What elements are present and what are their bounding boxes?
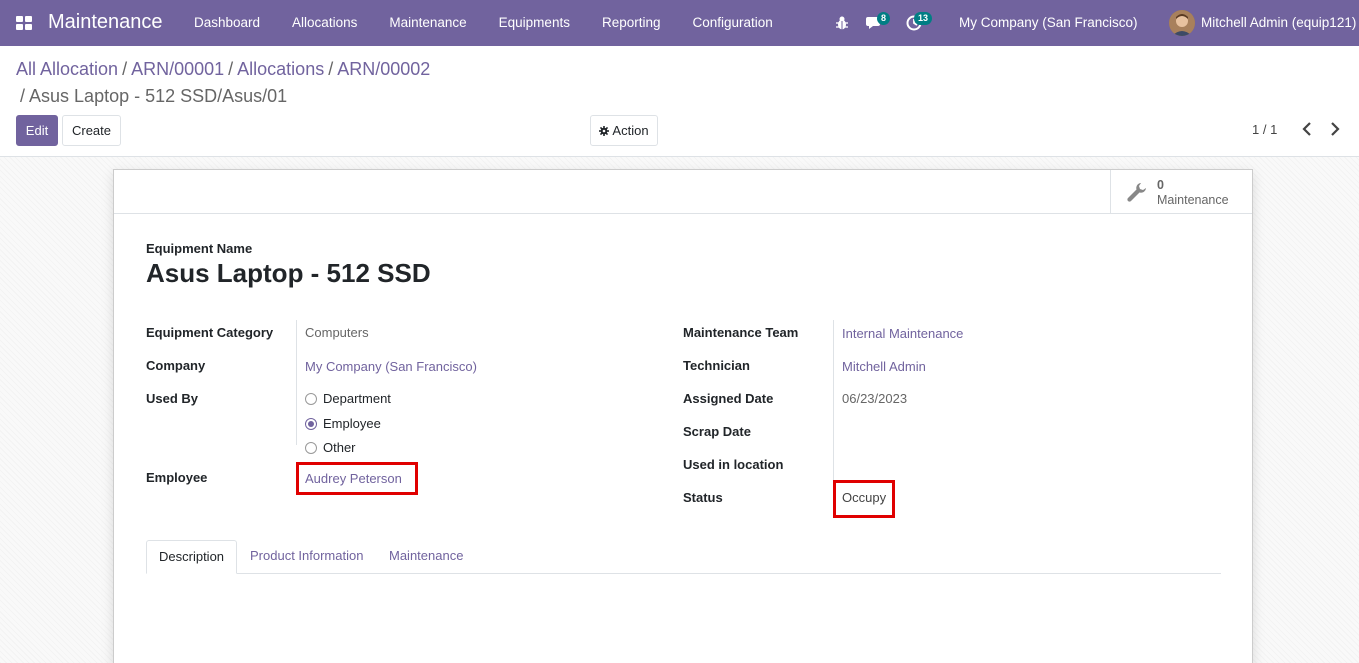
- used-by-radio-employee[interactable]: Employee: [305, 416, 381, 431]
- bug-icon[interactable]: [835, 15, 849, 31]
- highlight-box-employee: [296, 462, 418, 495]
- breadcrumb-allocations[interactable]: Allocations: [237, 59, 324, 79]
- tab-description[interactable]: Description: [146, 540, 238, 574]
- radio-label: Employee: [323, 416, 381, 431]
- company-value-link[interactable]: My Company (San Francisco): [305, 359, 477, 374]
- avatar[interactable]: [1169, 10, 1195, 36]
- breadcrumb-separator: /: [20, 86, 26, 106]
- apps-menu-icon[interactable]: [16, 16, 32, 30]
- used-by-radio-department[interactable]: Department: [305, 391, 391, 406]
- employee-label: Employee: [146, 470, 208, 485]
- activities-count-badge: 13: [914, 12, 933, 25]
- used-by-radio-other[interactable]: Other: [305, 440, 356, 455]
- breadcrumb-current-label: Asus Laptop - 512 SSD/Asus/01: [29, 86, 288, 106]
- action-button-label: Action: [612, 123, 649, 138]
- highlight-box-status: [833, 480, 895, 518]
- radio-button-selected: [305, 417, 317, 430]
- equipment-category-value: Computers: [305, 325, 369, 340]
- smart-button-box: 0 Maintenance: [114, 170, 1252, 214]
- menu-configuration[interactable]: Configuration: [677, 0, 789, 46]
- breadcrumb-separator: /: [228, 59, 234, 79]
- menu-reporting[interactable]: Reporting: [586, 0, 677, 46]
- menu-allocations[interactable]: Allocations: [276, 0, 373, 46]
- action-button[interactable]: Action: [590, 115, 658, 146]
- technician-value-link[interactable]: Mitchell Admin: [842, 359, 926, 374]
- menu-equipments[interactable]: Equipments: [483, 0, 586, 46]
- assigned-date-value: 06/23/2023: [842, 391, 908, 406]
- chevron-right-icon[interactable]: [1328, 121, 1342, 137]
- app-title[interactable]: Maintenance: [48, 11, 163, 34]
- top-navbar: Maintenance Dashboard Allocations Mainte…: [0, 0, 1359, 46]
- notebook-tabs: Description Product Information Maintena…: [146, 540, 1221, 574]
- maintenance-label: Maintenance: [1157, 193, 1229, 207]
- technician-label: Technician: [683, 358, 750, 373]
- gear-icon: [599, 125, 610, 136]
- breadcrumb-all-allocation[interactable]: All Allocation: [16, 59, 118, 79]
- user-menu[interactable]: Mitchell Admin (equip121): [1201, 15, 1356, 30]
- status-label: Status: [683, 490, 723, 505]
- breadcrumb-arn-00001[interactable]: ARN/00001: [131, 59, 224, 79]
- breadcrumb: All Allocation / ARN/00001/Allocations / ARN…: [16, 58, 430, 80]
- breadcrumb-separator: /: [122, 59, 128, 79]
- menu-maintenance[interactable]: Maintenance: [373, 0, 482, 46]
- breadcrumb-separator: /: [328, 59, 334, 79]
- maintenance-count: 0: [1157, 178, 1164, 192]
- maintenance-team-label: Maintenance Team: [683, 325, 799, 340]
- scrap-date-label: Scrap Date: [683, 424, 751, 439]
- equipment-category-label: Equipment Category: [146, 325, 274, 340]
- column-divider: [833, 320, 834, 480]
- tab-product-information[interactable]: Product Information: [238, 540, 375, 574]
- pager-value[interactable]: 1 / 1: [1252, 122, 1277, 137]
- form-sheet: 0 Maintenance Equipment Name Asus Laptop…: [113, 169, 1253, 663]
- used-in-location-label: Used in location: [683, 457, 784, 472]
- equipment-name-value: Asus Laptop - 512 SSD: [146, 258, 431, 288]
- chevron-left-icon[interactable]: [1300, 121, 1314, 137]
- radio-button: [305, 392, 317, 405]
- radio-label: Department: [323, 391, 391, 406]
- edit-button[interactable]: Edit: [16, 115, 58, 146]
- company-switcher[interactable]: My Company (San Francisco): [959, 15, 1138, 30]
- main-menu: Dashboard Allocations Maintenance Equipm…: [178, 0, 789, 46]
- wrench-icon: [1127, 183, 1146, 202]
- company-label: Company: [146, 358, 206, 373]
- used-by-label: Used By: [146, 391, 199, 406]
- tab-maintenance[interactable]: Maintenance: [377, 540, 475, 574]
- breadcrumb-arn-00002[interactable]: ARN/00002: [337, 59, 430, 79]
- equipment-name-label: Equipment Name: [146, 241, 253, 256]
- column-divider: [296, 320, 297, 445]
- radio-button: [305, 441, 317, 454]
- radio-label: Other: [323, 440, 356, 455]
- create-button[interactable]: Create: [62, 115, 121, 146]
- messages-count-badge: 8: [877, 12, 891, 25]
- assigned-date-label: Assigned Date: [683, 391, 774, 406]
- maintenance-team-value-link[interactable]: Internal Maintenance: [842, 326, 963, 341]
- menu-dashboard[interactable]: Dashboard: [178, 0, 276, 46]
- breadcrumb-current: / Asus Laptop - 512 SSD/Asus/01: [20, 85, 287, 107]
- maintenance-smart-button[interactable]: 0 Maintenance: [1110, 170, 1252, 214]
